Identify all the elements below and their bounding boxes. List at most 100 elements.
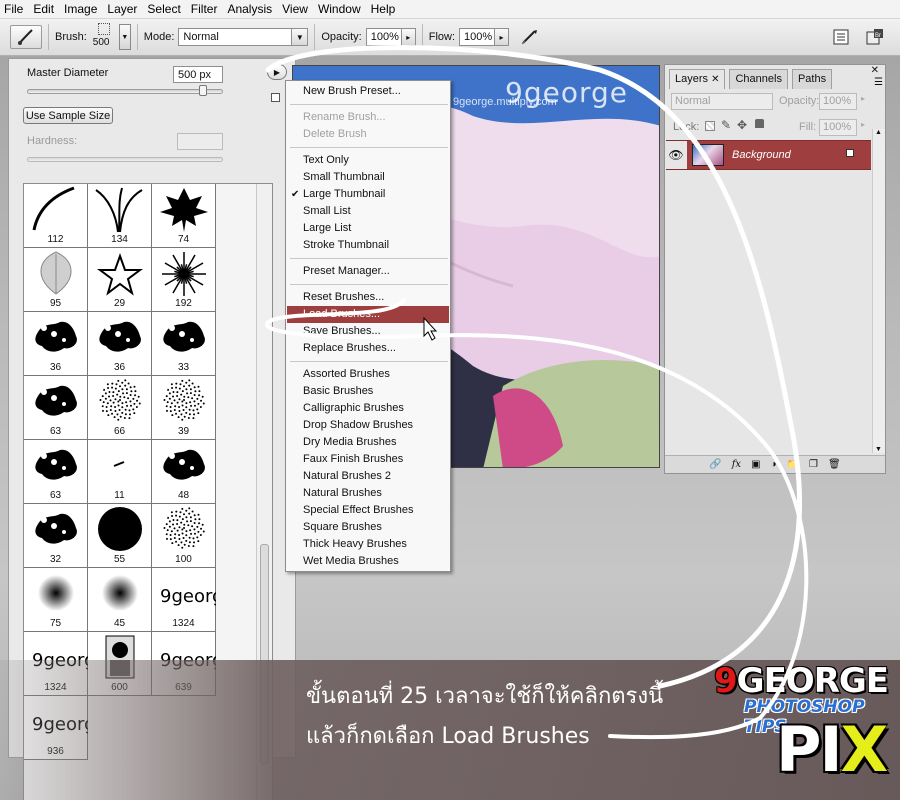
tab-channels[interactable]: Channels bbox=[729, 69, 788, 89]
brush-preset-cell[interactable]: 100 bbox=[152, 504, 216, 568]
menu-layer[interactable]: Layer bbox=[107, 2, 137, 16]
menu-item-reset-brushes[interactable]: Reset Brushes... bbox=[287, 289, 449, 306]
adjustment-layer-icon[interactable]: ◑ bbox=[771, 459, 777, 470]
scroll-down-arrow[interactable]: ▼ bbox=[875, 446, 882, 453]
brush-preset-cell[interactable]: 75 bbox=[24, 568, 88, 632]
brush-preset-cell[interactable]: 112 bbox=[24, 184, 88, 248]
link-layers-icon[interactable]: 🔗 bbox=[709, 459, 721, 470]
lock-transparent-icon[interactable] bbox=[705, 121, 715, 131]
lock-paint-icon[interactable]: ✎ bbox=[721, 118, 731, 132]
menu-view[interactable]: View bbox=[282, 2, 308, 16]
menu-item-large-thumbnail[interactable]: ✔ Large Thumbnail bbox=[287, 186, 449, 203]
menu-item-label: Large List bbox=[303, 222, 352, 234]
menu-edit[interactable]: Edit bbox=[33, 2, 54, 16]
brush-preset-cell[interactable]: 63 bbox=[24, 376, 88, 440]
brush-preset-cell[interactable]: 134 bbox=[88, 184, 152, 248]
flow-slider-toggle[interactable]: ▸ bbox=[495, 28, 510, 46]
menu-file[interactable]: File bbox=[4, 2, 23, 16]
menu-item-natural-brushes-2[interactable]: Natural Brushes 2 bbox=[287, 468, 449, 485]
brush-preset-cell[interactable]: 45 bbox=[88, 568, 152, 632]
brush-dropdown-arrow[interactable]: ▼ bbox=[118, 24, 131, 50]
layer-style-icon[interactable]: fx bbox=[732, 459, 741, 470]
menu-window[interactable]: Window bbox=[318, 2, 361, 16]
menu-item-small-list[interactable]: Small List bbox=[287, 203, 449, 220]
brush-preset-cell[interactable]: 36 bbox=[88, 312, 152, 376]
layers-scrollbar[interactable]: ▲ ▼ bbox=[872, 129, 885, 453]
flow-input[interactable]: 100% bbox=[459, 28, 496, 46]
menu-help[interactable]: Help bbox=[371, 2, 396, 16]
panel-menu-button[interactable]: ▶ bbox=[267, 64, 287, 80]
menu-item-faux-finish-brushes[interactable]: Faux Finish Brushes bbox=[287, 451, 449, 468]
menu-filter[interactable]: Filter bbox=[191, 2, 218, 16]
menu-item-calligraphic-brushes[interactable]: Calligraphic Brushes bbox=[287, 400, 449, 417]
brush-preset-cell[interactable]: 39 bbox=[152, 376, 216, 440]
menu-item-stroke-thumbnail[interactable]: Stroke Thumbnail bbox=[287, 237, 449, 254]
tab-layers[interactable]: Layers ✕ bbox=[669, 69, 726, 89]
menu-item-special-effect-brushes[interactable]: Special Effect Brushes bbox=[287, 502, 449, 519]
panel-close-icon[interactable]: ✕ bbox=[871, 65, 879, 76]
menu-item-text-only[interactable]: Text Only bbox=[287, 152, 449, 169]
menu-item-assorted-brushes[interactable]: Assorted Brushes bbox=[287, 366, 449, 383]
brush-preset-cell[interactable]: 29 bbox=[88, 248, 152, 312]
lock-all-icon[interactable] bbox=[755, 119, 764, 128]
brush-preset-cell[interactable]: 192 bbox=[152, 248, 216, 312]
brush-preset-cell[interactable]: 55 bbox=[88, 504, 152, 568]
scroll-up-arrow[interactable]: ▲ bbox=[875, 129, 882, 136]
master-diameter-slider[interactable] bbox=[27, 89, 223, 94]
panel-menu-icon[interactable]: ☰ bbox=[874, 77, 883, 88]
brush-preset-cell[interactable]: 32 bbox=[24, 504, 88, 568]
menu-item-natural-brushes[interactable]: Natural Brushes bbox=[287, 485, 449, 502]
menu-item-save-brushes[interactable]: Save Brushes... bbox=[287, 323, 449, 340]
menu-item-small-thumbnail[interactable]: Small Thumbnail bbox=[287, 169, 449, 186]
menu-item-large-list[interactable]: Large List bbox=[287, 220, 449, 237]
opacity-input[interactable]: 100% bbox=[365, 28, 402, 46]
menu-item-preset-manager[interactable]: Preset Manager... bbox=[287, 263, 449, 280]
menu-item-replace-brushes[interactable]: Replace Brushes... bbox=[287, 340, 449, 357]
close-icon[interactable]: ✕ bbox=[711, 74, 719, 85]
bridge-button[interactable]: Br bbox=[864, 26, 886, 48]
layer-row-background[interactable]: 👁 Background bbox=[665, 140, 871, 170]
menu-item-new-brush-preset[interactable]: New Brush Preset... bbox=[287, 83, 449, 100]
svg-text:9george: 9george bbox=[160, 586, 216, 607]
brush-size-picker[interactable]: 500 bbox=[93, 23, 115, 51]
menu-item-wet-media-brushes[interactable]: Wet Media Brushes bbox=[287, 553, 449, 570]
brush-size-label: 66 bbox=[113, 426, 126, 437]
brush-preset-cell[interactable]: 63 bbox=[24, 440, 88, 504]
brush-preset-cell[interactable]: 66 bbox=[88, 376, 152, 440]
new-preset-icon[interactable] bbox=[271, 93, 280, 102]
tab-paths[interactable]: Paths bbox=[791, 69, 833, 89]
palette-well-button[interactable] bbox=[830, 26, 852, 48]
brush-preset-panel: Master Diameter 500 px ▶ Use Sample Size… bbox=[8, 58, 296, 800]
master-diameter-label: Master Diameter bbox=[27, 67, 109, 79]
menu-item-thick-heavy-brushes[interactable]: Thick Heavy Brushes bbox=[287, 536, 449, 553]
tool-preset-picker[interactable] bbox=[10, 25, 42, 49]
use-sample-size-button[interactable]: Use Sample Size bbox=[23, 107, 113, 124]
group-folder-icon[interactable]: 📁 bbox=[787, 459, 799, 470]
airbrush-button[interactable] bbox=[519, 26, 541, 48]
chevron-down-icon[interactable]: ▼ bbox=[292, 28, 309, 46]
menu-item-dry-media-brushes[interactable]: Dry Media Brushes bbox=[287, 434, 449, 451]
layer-mask-icon[interactable]: ▣ bbox=[751, 459, 760, 470]
opacity-slider-toggle[interactable]: ▸ bbox=[401, 28, 416, 46]
brush-preset-cell[interactable]: 95 bbox=[24, 248, 88, 312]
menu-analysis[interactable]: Analysis bbox=[227, 2, 272, 16]
menu-select[interactable]: Select bbox=[147, 2, 180, 16]
mode-select[interactable]: Normal bbox=[178, 28, 293, 46]
brush-preset-cell[interactable]: 36 bbox=[24, 312, 88, 376]
brush-preset-cell[interactable]: 48 bbox=[152, 440, 216, 504]
menu-item-drop-shadow-brushes[interactable]: Drop Shadow Brushes bbox=[287, 417, 449, 434]
brush-preset-cell[interactable]: 74 bbox=[152, 184, 216, 248]
new-layer-icon[interactable]: ❐ bbox=[809, 459, 818, 470]
trash-icon[interactable]: 🗑 bbox=[828, 459, 841, 470]
brush-preset-cell[interactable]: 33 bbox=[152, 312, 216, 376]
brush-preset-cell[interactable]: 11 bbox=[88, 440, 152, 504]
eye-visibility-icon[interactable]: 👁 bbox=[665, 141, 687, 169]
master-diameter-input[interactable]: 500 px bbox=[173, 66, 223, 83]
brush-preset-cell[interactable]: 9george 1324 bbox=[152, 568, 216, 632]
menu-item-basic-brushes[interactable]: Basic Brushes bbox=[287, 383, 449, 400]
menu-item-square-brushes[interactable]: Square Brushes bbox=[287, 519, 449, 536]
menu-image[interactable]: Image bbox=[64, 2, 97, 16]
lock-move-icon[interactable]: ✥ bbox=[737, 118, 747, 132]
master-diameter-slider-thumb[interactable] bbox=[199, 85, 207, 96]
menu-item-load-brushes[interactable]: Load Brushes... bbox=[287, 306, 449, 323]
